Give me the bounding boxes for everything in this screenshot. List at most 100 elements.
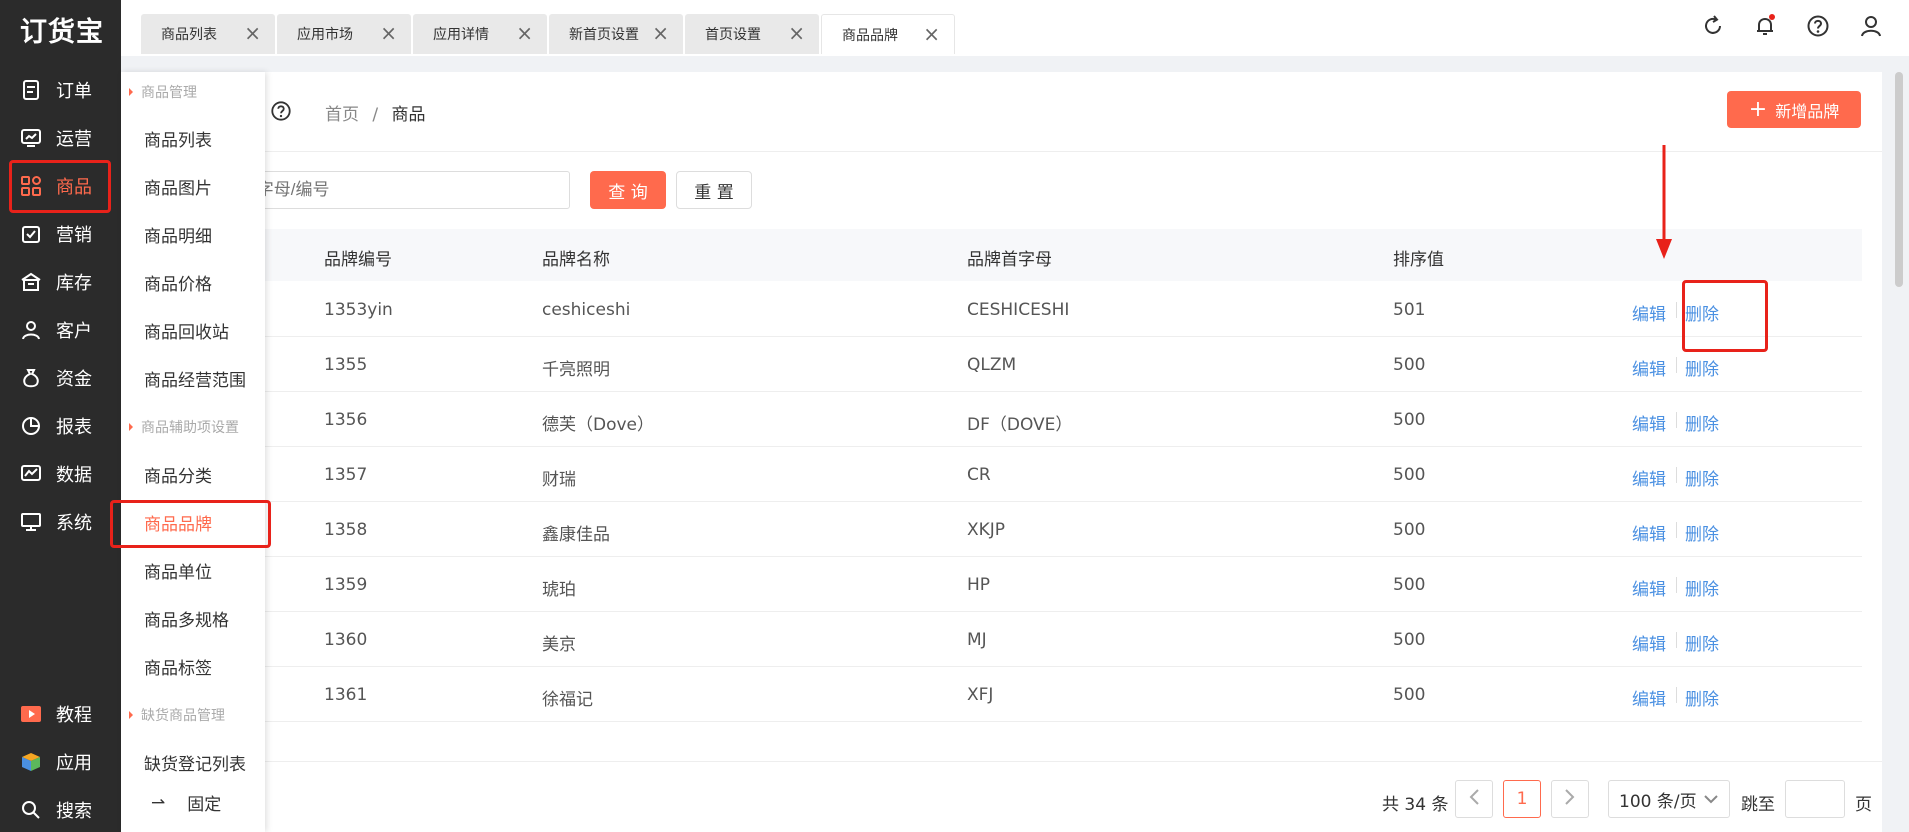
edit-link[interactable]: 编辑	[1632, 355, 1666, 380]
help-icon[interactable]	[1806, 14, 1830, 38]
page-size-select[interactable]: 100 条/页	[1608, 780, 1730, 818]
search-input[interactable]	[230, 171, 570, 209]
sidebar-item-marketing[interactable]: 营销	[10, 210, 110, 258]
search-icon	[20, 799, 42, 821]
submenu-item-unit[interactable]: 商品单位	[144, 558, 212, 583]
add-brand-button[interactable]: + 新增品牌	[1727, 91, 1861, 128]
refresh-icon[interactable]	[1701, 14, 1725, 38]
delete-link[interactable]: 删除	[1685, 630, 1719, 655]
close-icon[interactable]: ×	[788, 23, 805, 43]
sidebar-item-system[interactable]: 系统	[10, 498, 110, 546]
divider	[230, 151, 1882, 152]
column-header[interactable]: 排序值	[1393, 245, 1444, 270]
table-row: 6 1359 琥珀 HP 500 编辑 删除	[220, 557, 1862, 612]
close-icon[interactable]: ×	[652, 23, 669, 43]
table-row: 3 1356 德芙（Dove） DF（DOVE） 500 编辑 删除	[220, 392, 1862, 447]
submenu-group-label: 商品管理	[141, 85, 197, 101]
edit-link[interactable]: 编辑	[1632, 410, 1666, 435]
delete-link[interactable]: 删除	[1685, 575, 1719, 600]
pie-icon	[20, 415, 42, 437]
sidebar-item-label: 营销	[56, 225, 92, 246]
scrollbar[interactable]	[1895, 72, 1903, 287]
next-page-button[interactable]	[1551, 780, 1589, 818]
delete-link[interactable]: 删除	[1685, 685, 1719, 710]
edit-link[interactable]: 编辑	[1632, 520, 1666, 545]
reset-button[interactable]: 重 置	[676, 171, 752, 209]
query-button[interactable]: 查 询	[590, 171, 666, 209]
submenu-item-goods-price[interactable]: 商品价格	[144, 270, 212, 295]
close-icon[interactable]: ×	[516, 23, 533, 43]
tab-new-home-settings[interactable]: 新首页设置 ×	[549, 14, 683, 54]
divider	[1676, 632, 1677, 648]
submenu-item-goods-images[interactable]: 商品图片	[144, 174, 212, 199]
edit-link[interactable]: 编辑	[1632, 300, 1666, 325]
sidebar-item-customer[interactable]: 客户	[10, 306, 110, 354]
column-header[interactable]: 品牌编号	[324, 245, 392, 270]
pin-menu-button[interactable]: ⇀ 固定	[151, 790, 222, 816]
submenu-item-multi-spec[interactable]: 商品多规格	[144, 606, 229, 631]
annotation-box	[110, 500, 271, 548]
jump-label: 跳至	[1741, 795, 1775, 815]
order-icon	[20, 79, 42, 101]
delete-link[interactable]: 删除	[1685, 520, 1719, 545]
sidebar-item-operation[interactable]: 运营	[10, 114, 110, 162]
tab-app-market[interactable]: 应用市场 ×	[277, 14, 411, 54]
close-icon[interactable]: ×	[380, 23, 397, 43]
sidebar-item-report[interactable]: 报表	[10, 402, 110, 450]
help-icon[interactable]	[270, 100, 292, 128]
delete-link[interactable]: 删除	[1685, 465, 1719, 490]
tab-goods-brand[interactable]: 商品品牌 ×	[821, 14, 955, 54]
sidebar-item-order[interactable]: 订单	[10, 66, 110, 114]
marketing-icon	[20, 223, 42, 245]
submenu-item-business-scope[interactable]: 商品经营范围	[144, 366, 246, 391]
column-header[interactable]: 品牌首字母	[967, 245, 1052, 270]
page-number-button[interactable]: 1	[1503, 780, 1541, 818]
annotation-box	[9, 160, 111, 213]
annotation-box	[1682, 280, 1768, 352]
pin-label: 固定	[187, 795, 222, 815]
brand-name: 鑫康佳品	[542, 525, 610, 545]
brand-initial: HP	[967, 575, 991, 595]
plus-icon: +	[1748, 96, 1768, 122]
table-row: 1353yin ceshiceshi CESHICESHI 501 编辑 删除	[230, 282, 1862, 337]
close-icon[interactable]: ×	[244, 23, 261, 43]
divider	[1676, 577, 1677, 593]
tab-label: 商品品牌	[842, 27, 898, 44]
divider	[1676, 687, 1677, 703]
table-header: 品牌编号 品牌名称 品牌首字母 排序值	[230, 229, 1862, 281]
submenu-group-label: 商品辅助项设置	[141, 420, 239, 436]
tab-goods-list[interactable]: 商品列表 ×	[141, 14, 275, 54]
jump-page-input[interactable]	[1785, 780, 1845, 818]
close-icon[interactable]: ×	[923, 24, 940, 44]
prev-page-button[interactable]	[1455, 780, 1493, 818]
sort-value: 500	[1393, 355, 1426, 375]
brand-initial: XKJP	[967, 520, 1006, 540]
edit-link[interactable]: 编辑	[1632, 630, 1666, 655]
sidebar-item-tutorial[interactable]: 教程	[10, 690, 110, 738]
submenu-item-tags[interactable]: 商品标签	[144, 654, 212, 679]
delete-link[interactable]: 删除	[1685, 355, 1719, 380]
tab-app-detail[interactable]: 应用详情 ×	[413, 14, 547, 54]
user-icon[interactable]	[1859, 14, 1883, 38]
submenu-item-category[interactable]: 商品分类	[144, 462, 212, 487]
tab-bar: 商品列表 × 应用市场 × 应用详情 × 新首页设置 × 首页设置 × 商品品牌 ×	[121, 0, 1909, 56]
submenu-item-stockout-list[interactable]: 缺货登记列表	[144, 750, 246, 775]
sidebar-item-finance[interactable]: 资金	[10, 354, 110, 402]
edit-link[interactable]: 编辑	[1632, 685, 1666, 710]
edit-link[interactable]: 编辑	[1632, 465, 1666, 490]
breadcrumb-home[interactable]: 首页	[325, 105, 359, 125]
brand-initial: CESHICESHI	[967, 300, 1070, 320]
submenu-item-goods-recycle[interactable]: 商品回收站	[144, 318, 229, 343]
tab-home-settings[interactable]: 首页设置 ×	[685, 14, 819, 54]
table-row: 8 1361 徐福记 XFJ 500 编辑 删除	[220, 667, 1862, 722]
bell-icon[interactable]	[1753, 14, 1777, 38]
sidebar-item-apps[interactable]: 应用	[10, 738, 110, 786]
sidebar-item-inventory[interactable]: 库存	[10, 258, 110, 306]
submenu-item-goods-detail[interactable]: 商品明细	[144, 222, 212, 247]
delete-link[interactable]: 删除	[1685, 410, 1719, 435]
sidebar-item-data[interactable]: 数据	[10, 450, 110, 498]
column-header[interactable]: 品牌名称	[542, 245, 610, 270]
edit-link[interactable]: 编辑	[1632, 575, 1666, 600]
sidebar-item-search[interactable]: 搜索	[10, 786, 110, 832]
submenu-item-goods-list[interactable]: 商品列表	[144, 126, 212, 151]
